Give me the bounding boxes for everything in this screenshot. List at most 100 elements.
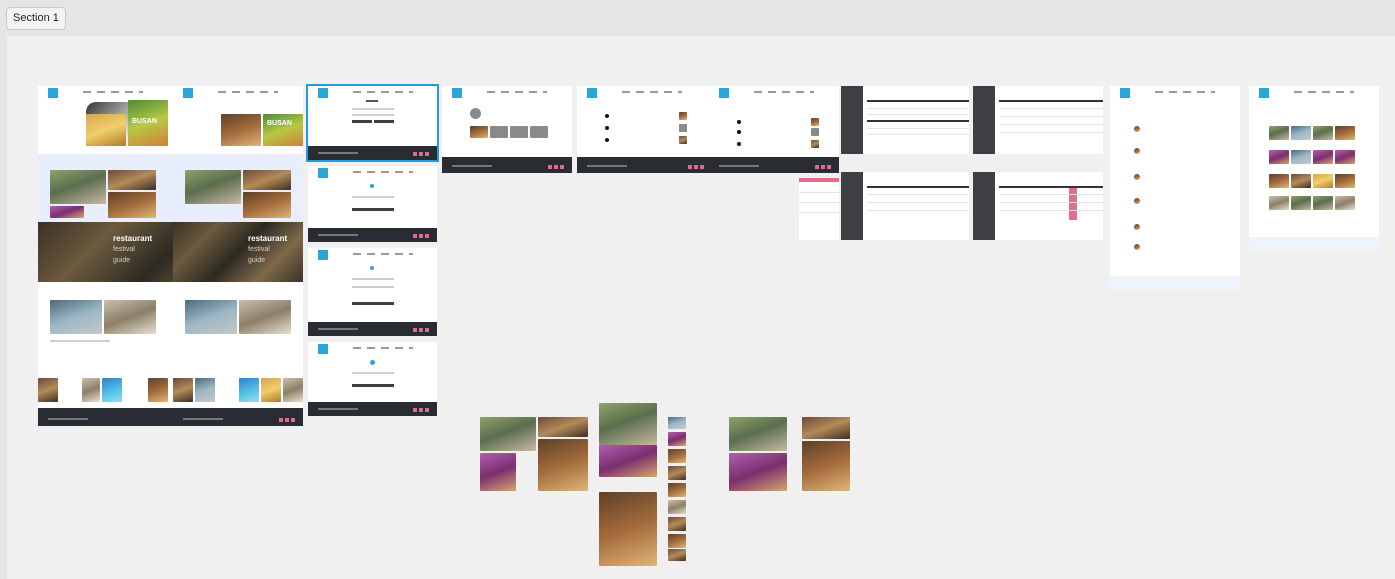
image-asset[interactable]: [668, 432, 686, 446]
logo-icon: [318, 344, 328, 354]
logo-icon: [1259, 88, 1269, 98]
logo-icon: [318, 168, 328, 178]
logo-icon: [318, 88, 328, 98]
next-button: [352, 302, 394, 305]
design-canvas[interactable]: BUSAN restaurant festival guide BUSAN re…: [7, 36, 1395, 579]
social-icons: [688, 165, 704, 169]
frame-admin-4[interactable]: [973, 172, 1103, 240]
site-footer: [442, 157, 572, 173]
image-asset[interactable]: [668, 500, 686, 514]
frame-list-1[interactable]: [577, 86, 712, 173]
list-thumb: [811, 128, 819, 136]
image-asset[interactable]: [538, 417, 588, 437]
social-icons: [815, 165, 831, 169]
nav-menu: [353, 91, 413, 93]
image-asset[interactable]: [668, 517, 686, 531]
nav-menu: [218, 91, 278, 93]
social-icons: [413, 152, 429, 156]
site-footer: [308, 322, 437, 336]
image-asset[interactable]: [802, 417, 850, 439]
image-asset[interactable]: [599, 403, 657, 445]
strip-photo-2: [195, 378, 215, 402]
site-footer: [577, 157, 712, 173]
form-line: [352, 278, 394, 280]
festival-label: festival: [113, 246, 135, 253]
site-header: [308, 86, 437, 100]
image-asset[interactable]: [668, 417, 686, 429]
photo-3: [243, 192, 291, 218]
frame-list-2[interactable]: [709, 86, 839, 173]
frame-mypage[interactable]: [442, 86, 572, 173]
frame-admin-popup[interactable]: [799, 178, 839, 240]
password-field: [352, 114, 394, 116]
image-asset[interactable]: [599, 445, 657, 477]
image-asset[interactable]: [668, 466, 686, 480]
frame-home-copy[interactable]: BUSAN restaurant festival guide: [173, 86, 303, 426]
form-line: [352, 286, 394, 288]
social-icons: [279, 418, 295, 422]
saved-photo-4: [530, 126, 548, 138]
photo-3: [50, 206, 84, 218]
site-footer: [308, 228, 437, 242]
login-button: [352, 120, 372, 123]
image-asset[interactable]: [668, 483, 686, 497]
list-thumb: [679, 136, 687, 144]
site-header: [1110, 86, 1240, 100]
popup-header: [799, 178, 839, 182]
site-footer: [709, 157, 839, 173]
image-asset[interactable]: [480, 417, 536, 451]
frame-review-board[interactable]: [1110, 86, 1240, 290]
id-field: [352, 108, 394, 110]
section-label[interactable]: Section 1: [6, 7, 66, 30]
social-icons: [413, 328, 429, 332]
logo-icon: [48, 88, 58, 98]
social-icons: [413, 234, 429, 238]
image-asset[interactable]: [668, 534, 686, 548]
logo-icon: [452, 88, 462, 98]
restaurant-label: restaurant: [248, 234, 288, 243]
nav-menu: [353, 347, 413, 349]
banner-title: BUSAN: [132, 118, 157, 125]
saved-photo-1: [470, 126, 488, 138]
admin-sidebar: [841, 86, 863, 154]
image-asset[interactable]: [729, 417, 787, 451]
photo-1: [50, 170, 106, 204]
food-banner: restaurant festival guide: [173, 222, 303, 282]
frame-signup-step-2[interactable]: [308, 248, 437, 336]
strip-photo-1: [38, 378, 58, 402]
signup-button: [374, 120, 394, 123]
frame-gallery[interactable]: [1249, 86, 1379, 251]
site-footer: [308, 146, 437, 160]
image-asset[interactable]: [729, 453, 787, 491]
guide-label: guide: [248, 257, 266, 264]
list-bullet: [605, 114, 609, 118]
frame-login[interactable]: [306, 84, 439, 162]
image-asset[interactable]: [480, 453, 516, 491]
admin-sidebar: [841, 172, 863, 240]
avatar: [470, 108, 481, 119]
frame-admin-3[interactable]: [841, 172, 969, 240]
nav-menu: [1294, 91, 1354, 93]
image-asset[interactable]: [802, 441, 850, 491]
social-icons: [413, 408, 429, 412]
frame-admin-1[interactable]: [841, 86, 969, 154]
next-button: [352, 208, 394, 211]
banner-image-2: BUSAN: [263, 114, 303, 146]
frame-admin-2[interactable]: [973, 86, 1103, 154]
image-asset[interactable]: [599, 492, 657, 566]
text-line: [50, 340, 110, 342]
frame-signup-complete[interactable]: [308, 342, 437, 416]
banner-image-1: [86, 114, 126, 146]
frame-signup-step-1[interactable]: [308, 166, 437, 242]
image-asset[interactable]: [668, 449, 686, 463]
banner-image-1: [221, 114, 261, 146]
image-asset[interactable]: [668, 549, 686, 561]
restaurant-photo-2: [104, 300, 156, 334]
strip-photo-2: [82, 378, 100, 402]
social-icons: [548, 165, 564, 169]
avatar: [1134, 198, 1140, 204]
footer-light: [1110, 276, 1240, 290]
saved-photo-3: [510, 126, 528, 138]
image-asset[interactable]: [538, 439, 588, 491]
photo-4: [108, 192, 156, 218]
